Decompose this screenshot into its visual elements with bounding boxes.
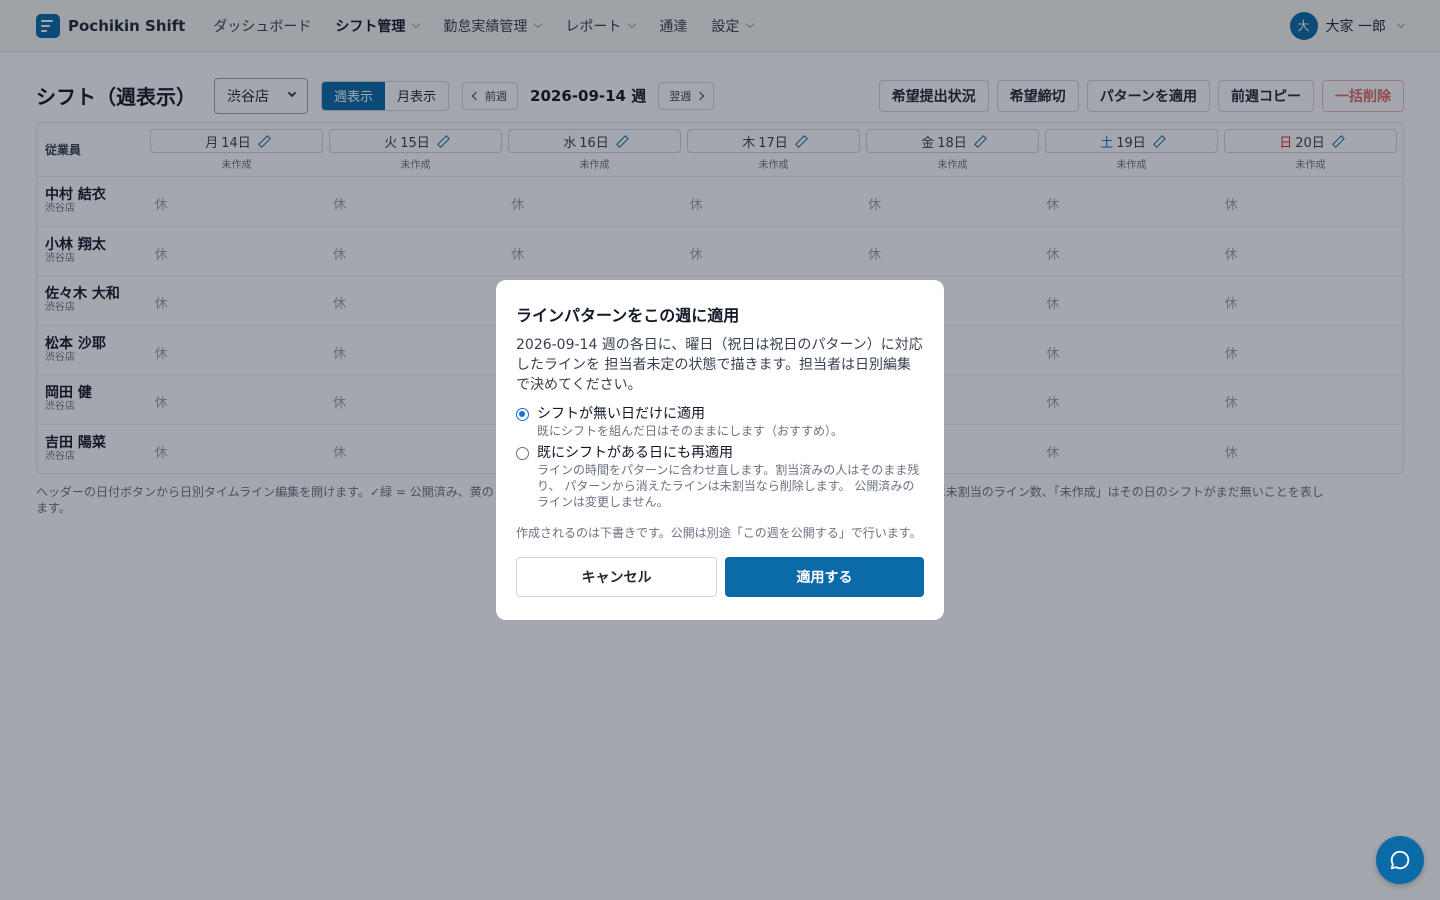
option-reapply-existing[interactable]: 既にシフトがある日にも再適用 ラインの時間をパターンに合わせ直します。割当済みの…: [516, 445, 924, 510]
option-empty-days-only[interactable]: シフトが無い日だけに適用 既にシフトを組んだ日はそのままにします（おすすめ）。: [516, 406, 924, 439]
option-label: 既にシフトがある日にも再適用: [537, 445, 733, 461]
apply-button[interactable]: 適用する: [725, 557, 924, 597]
dialog-actions: キャンセル 適用する: [516, 557, 924, 597]
cancel-button[interactable]: キャンセル: [516, 557, 717, 597]
draft-note: 作成されるのは下書きです。公開は別途「この週を公開する」で行います。: [516, 526, 922, 540]
chat-bubble-icon: [1390, 850, 1410, 870]
radio-empty-days-only[interactable]: [516, 408, 529, 421]
radio-reapply-existing[interactable]: [516, 447, 529, 460]
dialog-title: ラインパターンをこの週に適用: [516, 306, 740, 325]
option-description: ラインの時間をパターンに合わせ直します。割当済みの人はそのまま残り、 パターンか…: [537, 463, 920, 509]
chat-button[interactable]: [1376, 836, 1424, 884]
option-label: シフトが無い日だけに適用: [537, 406, 705, 422]
option-description: 既にシフトを組んだ日はそのままにします（おすすめ）。: [537, 424, 844, 438]
dialog-description: 2026-09-14 週の各日に、曜日（祝日は祝日のパターン）に対応したラインを…: [516, 337, 923, 393]
apply-pattern-dialog: ラインパターンをこの週に適用 2026-09-14 週の各日に、曜日（祝日は祝日…: [496, 280, 944, 620]
